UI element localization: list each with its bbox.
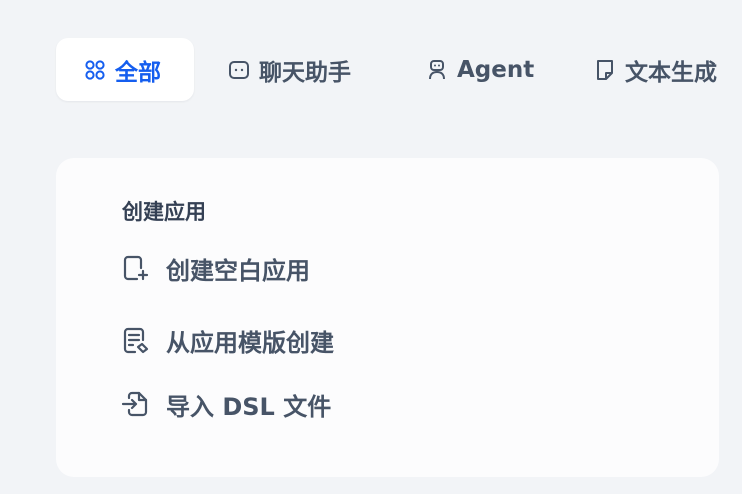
import-dsl-label: 导入 DSL 文件 [166,392,332,421]
tab-agent[interactable]: Agent [426,38,534,101]
create-app-title: 创建应用 [122,200,206,224]
import-dsl-button[interactable]: 导入 DSL 文件 [120,384,331,424]
tab-chat-assistant-label: 聊天助手 [259,59,351,86]
tab-agent-label: Agent [457,56,535,83]
app-type-tabs: 全部 聊天助手 Agent 文本生成 [56,38,742,101]
create-from-template-button[interactable]: 从应用模版创建 [120,320,334,360]
tab-all[interactable]: 全部 [56,38,194,101]
tab-text-generation[interactable]: 文本生成 [594,38,717,101]
file-plus-icon [120,253,150,283]
create-from-template-label: 从应用模版创建 [166,328,334,357]
grid-icon [84,59,106,81]
create-blank-app-label: 创建空白应用 [166,256,310,285]
note-icon [594,59,616,81]
chat-icon [228,59,250,81]
tab-all-label: 全部 [115,59,161,86]
tab-chat-assistant[interactable]: 聊天助手 [228,38,351,101]
file-import-icon [120,389,150,419]
create-blank-app-button[interactable]: 创建空白应用 [120,248,310,288]
robot-icon [426,59,448,81]
create-app-card: 创建应用 创建空白应用 从应用模版创建 导入 DSL 文件 [56,158,719,477]
template-icon [120,325,150,355]
tab-text-generation-label: 文本生成 [625,59,717,86]
